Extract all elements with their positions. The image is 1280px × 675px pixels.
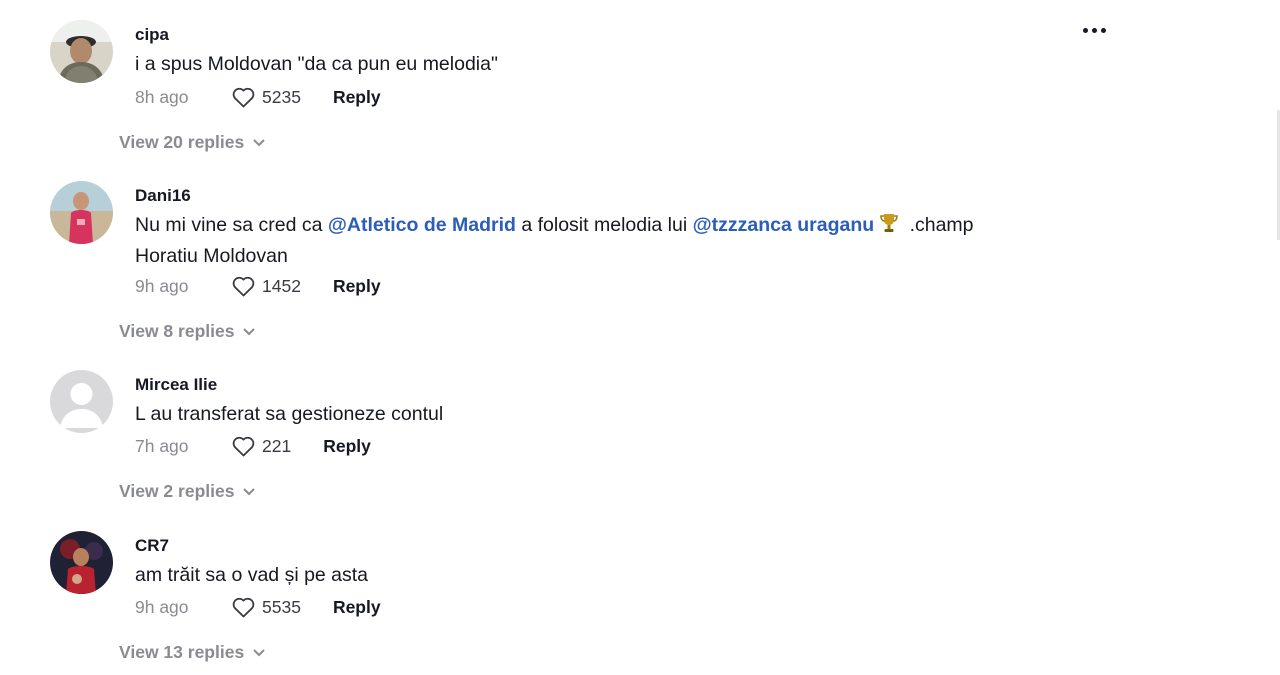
reply-button[interactable]: Reply: [333, 276, 381, 297]
comment-text: am trăit sa o vad și pe asta: [135, 564, 369, 586]
chevron-down-icon: [253, 138, 265, 146]
reply-button[interactable]: Reply: [333, 597, 381, 618]
reply-button[interactable]: Reply: [323, 436, 371, 457]
comment-username[interactable]: cipa: [135, 25, 169, 45]
like-count: 1452: [262, 275, 301, 296]
like-count: 5535: [262, 596, 301, 617]
comment-time: 9h ago: [135, 596, 189, 617]
more-options-button[interactable]: [1083, 28, 1106, 33]
comment-text: Nu mi vine sa cred ca @Atletico de Madri…: [135, 211, 1075, 270]
trophy-emoji-icon: [878, 212, 900, 242]
comment-time: 9h ago: [135, 275, 189, 296]
comment-text-line: Horatiu Moldovan: [135, 245, 288, 267]
comment-time: 7h ago: [135, 435, 189, 456]
chevron-down-icon: [243, 327, 256, 335]
view-replies-label: View 20 replies: [119, 132, 245, 152]
comment-meta: 8h ago 5235 Reply: [135, 84, 381, 110]
comment-text-part: .champ: [904, 214, 974, 236]
comment-username[interactable]: Dani16: [135, 186, 191, 206]
heart-outline-icon: [232, 87, 255, 108]
reply-button[interactable]: Reply: [333, 87, 381, 108]
avatar[interactable]: [50, 181, 113, 244]
comment-meta: 9h ago 5535 Reply: [135, 594, 381, 620]
more-dot-icon: [1101, 28, 1106, 33]
comment-meta: 9h ago 1452 Reply: [135, 273, 381, 299]
heart-outline-icon: [232, 436, 255, 457]
view-replies-label: View 8 replies: [119, 321, 235, 341]
mention-link[interactable]: @tzzzanca uraganu: [693, 214, 875, 236]
like-button[interactable]: 221: [231, 435, 323, 457]
comment-username[interactable]: Mircea Ilie: [135, 375, 217, 395]
like-button[interactable]: 5235: [231, 86, 333, 108]
more-dot-icon: [1083, 28, 1088, 33]
comment-meta: 7h ago 221 Reply: [135, 433, 371, 459]
like-button[interactable]: 5535: [231, 596, 333, 618]
view-replies-label: View 13 replies: [119, 642, 245, 662]
avatar[interactable]: [50, 531, 113, 594]
view-replies-button[interactable]: View 20 replies: [119, 132, 266, 153]
view-replies-label: View 2 replies: [119, 481, 235, 501]
view-replies-button[interactable]: View 8 replies: [119, 321, 256, 342]
like-button[interactable]: 1452: [231, 275, 333, 297]
chevron-down-icon: [253, 648, 265, 656]
view-replies-button[interactable]: View 13 replies: [119, 642, 266, 663]
heart-outline-icon: [232, 276, 255, 297]
comment-username[interactable]: CR7: [135, 536, 169, 556]
comment-text: L au transferat sa gestioneze contul: [135, 403, 444, 425]
avatar[interactable]: [50, 370, 113, 433]
like-count: 5235: [262, 86, 301, 107]
mention-link[interactable]: @Atletico de Madrid: [328, 214, 516, 236]
view-replies-button[interactable]: View 2 replies: [119, 481, 256, 502]
comment-time: 8h ago: [135, 86, 189, 107]
comment-text-part: a folosit melodia lui: [515, 214, 693, 236]
heart-outline-icon: [232, 597, 255, 618]
like-count: 221: [262, 435, 292, 456]
avatar[interactable]: [50, 20, 113, 83]
more-dot-icon: [1092, 28, 1097, 33]
chevron-down-icon: [243, 487, 256, 495]
comment-text-part: Nu mi vine sa cred ca: [135, 214, 328, 236]
comment-text: i a spus Moldovan "da ca pun eu melodia": [135, 53, 498, 75]
